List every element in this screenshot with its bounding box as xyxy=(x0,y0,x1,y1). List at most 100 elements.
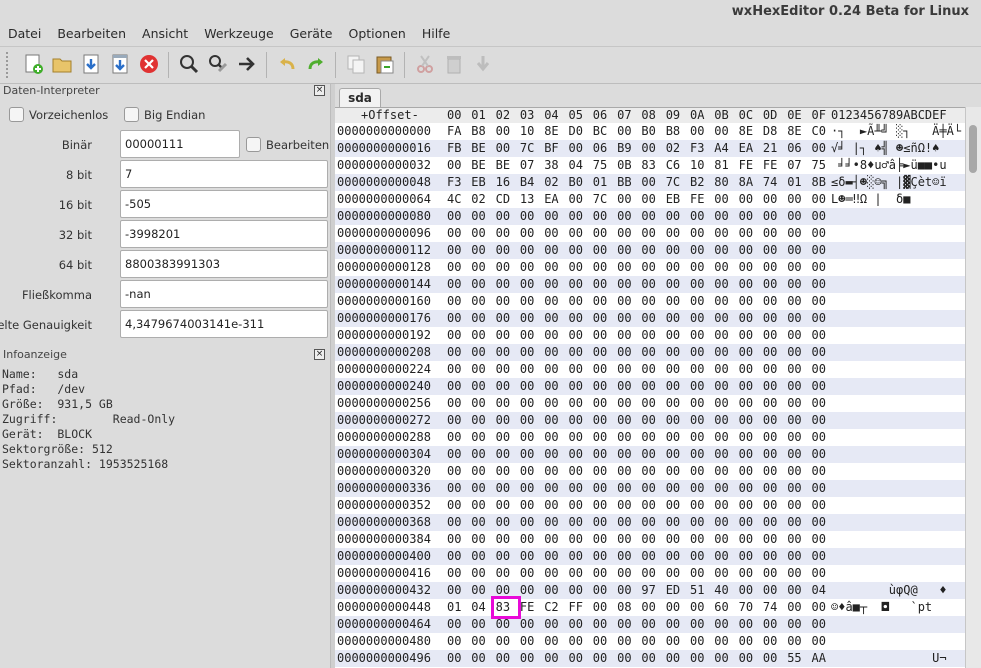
hex-byte[interactable]: 10 xyxy=(520,123,534,140)
hex-byte[interactable]: 00 xyxy=(812,344,826,361)
hex-byte[interactable]: 04 xyxy=(812,582,826,599)
hex-byte[interactable]: 00 xyxy=(690,378,704,395)
hex-byte[interactable]: 00 xyxy=(569,259,583,276)
hex-byte[interactable]: A4 xyxy=(714,140,728,157)
hex-byte[interactable]: 00 xyxy=(520,463,534,480)
hex-byte[interactable]: 00 xyxy=(690,208,704,225)
hex-byte[interactable]: 00 xyxy=(690,259,704,276)
hex-row[interactable]: 0000000000416 00 00 00 00 00 00 00 00 00 00 00 00 00 0… xyxy=(335,565,965,582)
hex-byte[interactable]: 00 xyxy=(787,191,801,208)
hex-row[interactable]: 0000000000432 00 00 00 00 00 00 00 00 97 ED 51 40 00 0… xyxy=(335,582,965,599)
hex-byte[interactable]: 00 xyxy=(617,565,631,582)
hex-byte[interactable]: 00 xyxy=(763,463,777,480)
hex-byte[interactable]: 00 xyxy=(496,633,510,650)
hex-byte[interactable]: 00 xyxy=(666,650,680,667)
hex-byte[interactable]: 00 xyxy=(496,310,510,327)
hex-byte[interactable]: 00 xyxy=(641,174,655,191)
hex-byte[interactable]: 00 xyxy=(763,378,777,395)
hex-byte[interactable]: 00 xyxy=(471,293,485,310)
new-file-button[interactable] xyxy=(18,50,47,80)
hex-byte[interactable]: 00 xyxy=(666,242,680,259)
hex-byte[interactable]: 00 xyxy=(617,548,631,565)
hex-byte[interactable]: 00 xyxy=(496,225,510,242)
hex-byte[interactable]: 00 xyxy=(447,497,461,514)
hex-byte[interactable]: 00 xyxy=(763,259,777,276)
hex-byte[interactable]: B0 xyxy=(569,174,583,191)
hex-byte[interactable]: 00 xyxy=(471,463,485,480)
hex-byte[interactable]: 00 xyxy=(617,633,631,650)
hex-byte[interactable]: 00 xyxy=(447,208,461,225)
hex-byte[interactable]: 00 xyxy=(520,327,534,344)
hex-byte[interactable]: 00 xyxy=(714,208,728,225)
hex-byte[interactable]: 00 xyxy=(787,480,801,497)
hex-byte[interactable]: CD xyxy=(496,191,510,208)
hex-byte[interactable]: 00 xyxy=(763,242,777,259)
hex-byte[interactable]: 02 xyxy=(544,174,558,191)
cut-button[interactable] xyxy=(410,50,439,80)
hex-byte[interactable]: 00 xyxy=(447,565,461,582)
hex-row[interactable]: 0000000000240 00 00 00 00 00 00 00 00 00 00 00 00 00 0… xyxy=(335,378,965,395)
hex-byte[interactable]: 00 xyxy=(714,191,728,208)
hex-view[interactable]: +Offset- 00 01 02 03 04 05 06 07 08 09 0A 0B 0C 0D 0E 0F… xyxy=(335,107,965,668)
hex-byte[interactable]: EA xyxy=(544,191,558,208)
hex-byte[interactable]: 00 xyxy=(641,140,655,157)
interpreter-value-field[interactable]: 7 xyxy=(120,160,328,188)
hex-byte[interactable]: EB xyxy=(471,174,485,191)
hex-byte[interactable]: 00 xyxy=(812,497,826,514)
menu-geräte[interactable]: Geräte xyxy=(282,24,341,44)
hex-byte[interactable]: 00 xyxy=(714,650,728,667)
hex-byte[interactable]: 00 xyxy=(666,412,680,429)
hex-byte[interactable]: 00 xyxy=(812,463,826,480)
hex-byte[interactable]: 00 xyxy=(447,633,461,650)
hex-byte[interactable]: 00 xyxy=(690,531,704,548)
hex-byte[interactable]: 00 xyxy=(471,582,485,599)
hex-byte[interactable]: 00 xyxy=(739,582,753,599)
hex-byte[interactable]: 00 xyxy=(617,327,631,344)
hex-byte[interactable]: 00 xyxy=(447,395,461,412)
hex-byte[interactable]: 00 xyxy=(544,565,558,582)
hex-byte[interactable]: 00 xyxy=(593,548,607,565)
hex-byte[interactable]: 00 xyxy=(447,327,461,344)
hex-byte[interactable]: 00 xyxy=(787,599,801,616)
hex-byte[interactable]: 8E xyxy=(787,123,801,140)
hex-byte[interactable]: 00 xyxy=(447,276,461,293)
hex-byte[interactable]: 06 xyxy=(787,140,801,157)
hex-byte[interactable]: 02 xyxy=(666,140,680,157)
hex-byte[interactable]: 00 xyxy=(812,293,826,310)
hex-byte[interactable]: 00 xyxy=(593,582,607,599)
hex-byte[interactable]: 00 xyxy=(714,429,728,446)
hex-byte[interactable]: 00 xyxy=(544,293,558,310)
hex-byte[interactable]: 00 xyxy=(690,565,704,582)
hex-byte[interactable]: 00 xyxy=(666,395,680,412)
hex-byte[interactable]: 00 xyxy=(447,259,461,276)
hex-byte[interactable]: D8 xyxy=(763,123,777,140)
hex-byte[interactable]: 00 xyxy=(617,531,631,548)
hex-byte[interactable]: 00 xyxy=(666,565,680,582)
hex-byte[interactable]: 04 xyxy=(471,599,485,616)
hex-byte[interactable]: 00 xyxy=(520,412,534,429)
hex-byte[interactable]: 00 xyxy=(617,429,631,446)
hex-byte[interactable]: 8B xyxy=(812,174,826,191)
close-button[interactable] xyxy=(134,50,163,80)
hex-byte[interactable]: 00 xyxy=(641,463,655,480)
hex-byte[interactable]: 00 xyxy=(569,191,583,208)
hex-byte[interactable]: 00 xyxy=(666,361,680,378)
hex-byte[interactable]: 00 xyxy=(569,429,583,446)
hex-byte[interactable]: 00 xyxy=(787,344,801,361)
hex-byte[interactable]: 00 xyxy=(471,446,485,463)
hex-byte[interactable]: C6 xyxy=(666,157,680,174)
hex-byte[interactable]: 00 xyxy=(666,225,680,242)
hex-byte[interactable]: 55 xyxy=(787,650,801,667)
hex-byte[interactable]: 00 xyxy=(544,259,558,276)
hex-byte[interactable]: 00 xyxy=(690,395,704,412)
hex-byte[interactable]: 00 xyxy=(690,497,704,514)
hex-byte[interactable]: 00 xyxy=(569,242,583,259)
hex-byte[interactable]: 00 xyxy=(593,344,607,361)
hex-byte[interactable]: 00 xyxy=(812,531,826,548)
hex-byte[interactable]: 00 xyxy=(666,208,680,225)
hex-byte[interactable]: 00 xyxy=(617,514,631,531)
hex-byte[interactable]: BF xyxy=(544,140,558,157)
hex-byte[interactable]: 00 xyxy=(641,429,655,446)
hex-byte[interactable]: 00 xyxy=(447,650,461,667)
hex-byte[interactable]: 00 xyxy=(812,259,826,276)
